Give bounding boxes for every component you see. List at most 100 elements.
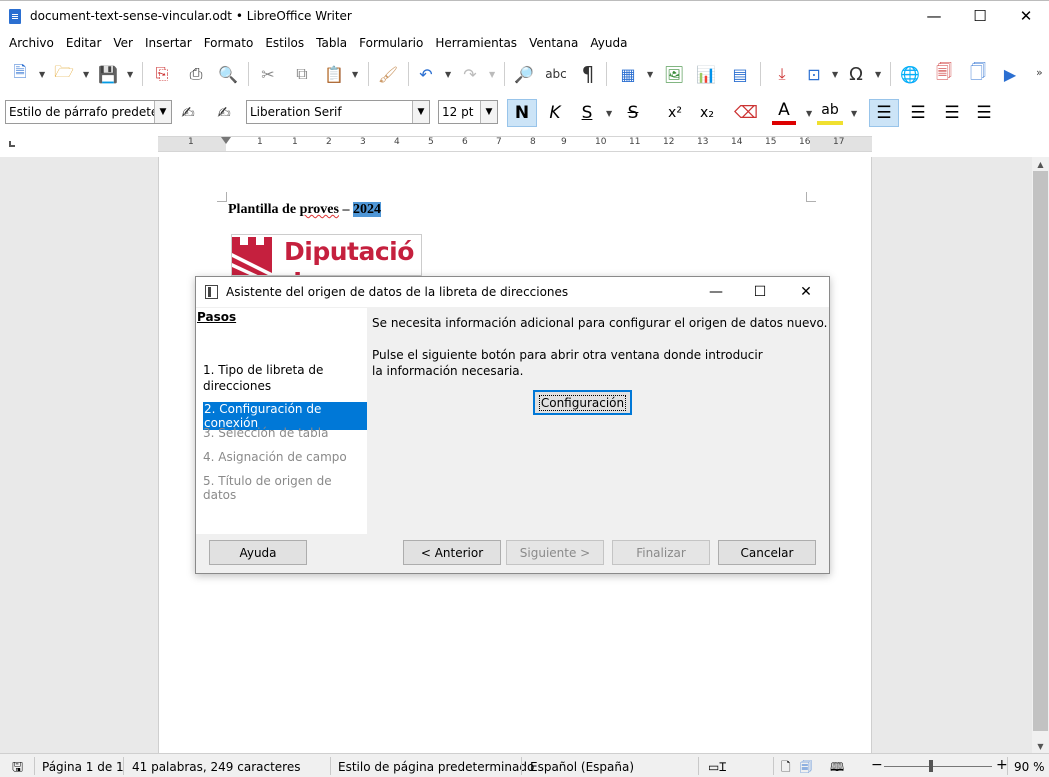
open-dropdown-icon[interactable]: ▼ (83, 70, 89, 79)
menu-editar[interactable]: Editar (60, 36, 108, 50)
dialog-minimize-button[interactable]: — (693, 277, 739, 307)
cut-icon[interactable]: ✂ (256, 63, 280, 85)
tab-stop-type-icon[interactable] (9, 141, 15, 147)
menu-formulario[interactable]: Formulario (353, 36, 429, 50)
minimize-button[interactable]: — (911, 0, 957, 31)
paragraph-style-dropdown-icon[interactable]: ▼ (154, 101, 171, 123)
page-break-icon[interactable]: ⤓ (770, 63, 794, 85)
special-char-dropdown-icon[interactable]: ▼ (875, 70, 881, 79)
step-table-selection[interactable]: 3. Selección de tabla (203, 426, 328, 440)
scroll-down-icon[interactable]: ▼ (1032, 739, 1049, 753)
save-dropdown-icon[interactable]: ▼ (127, 70, 133, 79)
bookmark-icon[interactable]: ▶ (998, 63, 1022, 85)
insert-mode-icon[interactable]: ▭Ɪ (708, 758, 726, 775)
save-icon[interactable]: 💾 (96, 63, 120, 85)
scroll-thumb[interactable] (1033, 171, 1048, 731)
menu-ver[interactable]: Ver (107, 36, 139, 50)
language[interactable]: Español (España) (530, 760, 634, 774)
field-dropdown-icon[interactable]: ▼ (832, 70, 838, 79)
new-style-icon[interactable]: ✍ (212, 101, 236, 123)
multi-page-view-icon[interactable]: 🗐 (800, 758, 812, 777)
export-pdf-icon[interactable]: ⎘ (150, 63, 174, 85)
font-size-dropdown-icon[interactable]: ▼ (480, 101, 497, 123)
insert-chart-icon[interactable]: 📊 (694, 63, 718, 85)
zoom-slider[interactable] (884, 766, 992, 767)
update-style-icon[interactable]: ✍ (176, 101, 200, 123)
print-preview-icon[interactable]: 🔍 (216, 63, 240, 85)
menu-tabla[interactable]: Tabla (310, 36, 353, 50)
font-color-icon[interactable]: A (772, 99, 796, 125)
hyperlink-icon[interactable]: 🌐 (898, 63, 922, 85)
menu-estilos[interactable]: Estilos (259, 36, 310, 50)
finish-button[interactable]: Finalizar (612, 540, 710, 565)
zoom-in-icon[interactable]: + (996, 757, 1008, 773)
font-color-dropdown-icon[interactable]: ▼ (806, 109, 812, 118)
underline-dropdown-icon[interactable]: ▼ (606, 109, 612, 118)
zoom-out-icon[interactable]: − (871, 757, 883, 773)
insert-image-icon[interactable]: 🖼 (662, 63, 686, 85)
redo-icon[interactable]: ↷ (458, 63, 482, 85)
vertical-scrollbar[interactable]: ▲ ▼ (1032, 157, 1049, 753)
word-count[interactable]: 41 palabras, 249 caracteres (132, 760, 300, 774)
single-page-view-icon[interactable]: 🗋 (781, 758, 791, 777)
copy-icon[interactable]: ⧉ (290, 63, 314, 85)
help-button[interactable]: Ayuda (209, 540, 307, 565)
next-button[interactable]: Siguiente > (506, 540, 604, 565)
document-heading[interactable]: Plantilla de proves – 2024 (228, 202, 381, 218)
configuration-button[interactable]: Configuración (533, 390, 632, 415)
dialog-close-button[interactable]: ✕ (783, 277, 829, 307)
superscript-button[interactable]: x² (660, 99, 690, 127)
font-name-box[interactable]: Liberation Serif (246, 100, 430, 124)
underline-button[interactable]: S (572, 99, 602, 127)
align-left-icon[interactable]: ☰ (869, 99, 899, 127)
undo-icon[interactable]: ↶ (414, 63, 438, 85)
menu-formato[interactable]: Formato (198, 36, 260, 50)
subscript-button[interactable]: x₂ (692, 99, 722, 127)
align-center-icon[interactable]: ☰ (903, 99, 933, 127)
zoom-level[interactable]: 90 % (1014, 760, 1045, 774)
back-button[interactable]: < Anterior (403, 540, 501, 565)
paragraph-style-box[interactable]: Estilo de párrafo predetermin (5, 100, 172, 124)
close-window-button[interactable]: ✕ (1003, 0, 1049, 31)
paste-icon[interactable]: 📋 (322, 63, 346, 85)
footnote-icon[interactable]: 🗐 (932, 62, 956, 85)
scroll-up-icon[interactable]: ▲ (1032, 157, 1049, 171)
redo-dropdown-icon[interactable]: ▼ (489, 70, 495, 79)
menu-ventana[interactable]: Ventana (523, 36, 584, 50)
page-style[interactable]: Estilo de página predeterminado (338, 760, 534, 774)
indent-marker-icon[interactable] (221, 137, 231, 144)
font-name-dropdown-icon[interactable]: ▼ (412, 101, 429, 123)
zoom-slider-handle[interactable] (929, 760, 933, 772)
special-character-icon[interactable]: Ω (844, 63, 868, 85)
insert-textbox-icon[interactable]: ▤ (728, 63, 752, 85)
diputacio-logo[interactable]: Diputació de Castelló (231, 234, 422, 276)
new-document-icon[interactable]: 🗎 (8, 62, 32, 85)
document-modified-icon[interactable]: 🖫 (12, 758, 23, 777)
cancel-button[interactable]: Cancelar (718, 540, 816, 565)
italic-button[interactable]: K (540, 99, 570, 127)
toolbar-overflow-icon[interactable]: » (1036, 66, 1043, 79)
book-view-icon[interactable]: 🕮 (830, 758, 844, 777)
bold-button[interactable]: N (507, 99, 537, 127)
step-data-source-title[interactable]: 5. Título de origen de datos (203, 474, 367, 502)
find-replace-icon[interactable]: 🔎 (512, 63, 536, 85)
insert-table-icon[interactable]: ▦ (616, 63, 640, 85)
insert-field-icon[interactable]: ⊡ (802, 63, 826, 85)
new-dropdown-icon[interactable]: ▼ (39, 70, 45, 79)
open-folder-icon[interactable]: 🗁 (52, 62, 76, 85)
menu-herramientas[interactable]: Herramientas (429, 36, 523, 50)
highlight-color-icon[interactable]: ab (817, 99, 843, 125)
table-dropdown-icon[interactable]: ▼ (647, 70, 653, 79)
justify-icon[interactable]: ☰ (969, 99, 999, 127)
endnote-icon[interactable]: 🗍 (966, 62, 990, 85)
formatting-marks-icon[interactable]: ¶ (576, 62, 600, 86)
menu-ayuda[interactable]: Ayuda (584, 36, 633, 50)
undo-dropdown-icon[interactable]: ▼ (445, 70, 451, 79)
menu-insertar[interactable]: Insertar (139, 36, 198, 50)
highlight-dropdown-icon[interactable]: ▼ (851, 109, 857, 118)
strikethrough-button[interactable]: S (618, 99, 648, 127)
paste-dropdown-icon[interactable]: ▼ (352, 70, 358, 79)
step-address-book-type[interactable]: 1. Tipo de libreta de direcciones (203, 362, 353, 394)
clone-formatting-icon[interactable]: 🖌 (376, 63, 400, 85)
maximize-button[interactable]: ☐ (957, 0, 1003, 31)
